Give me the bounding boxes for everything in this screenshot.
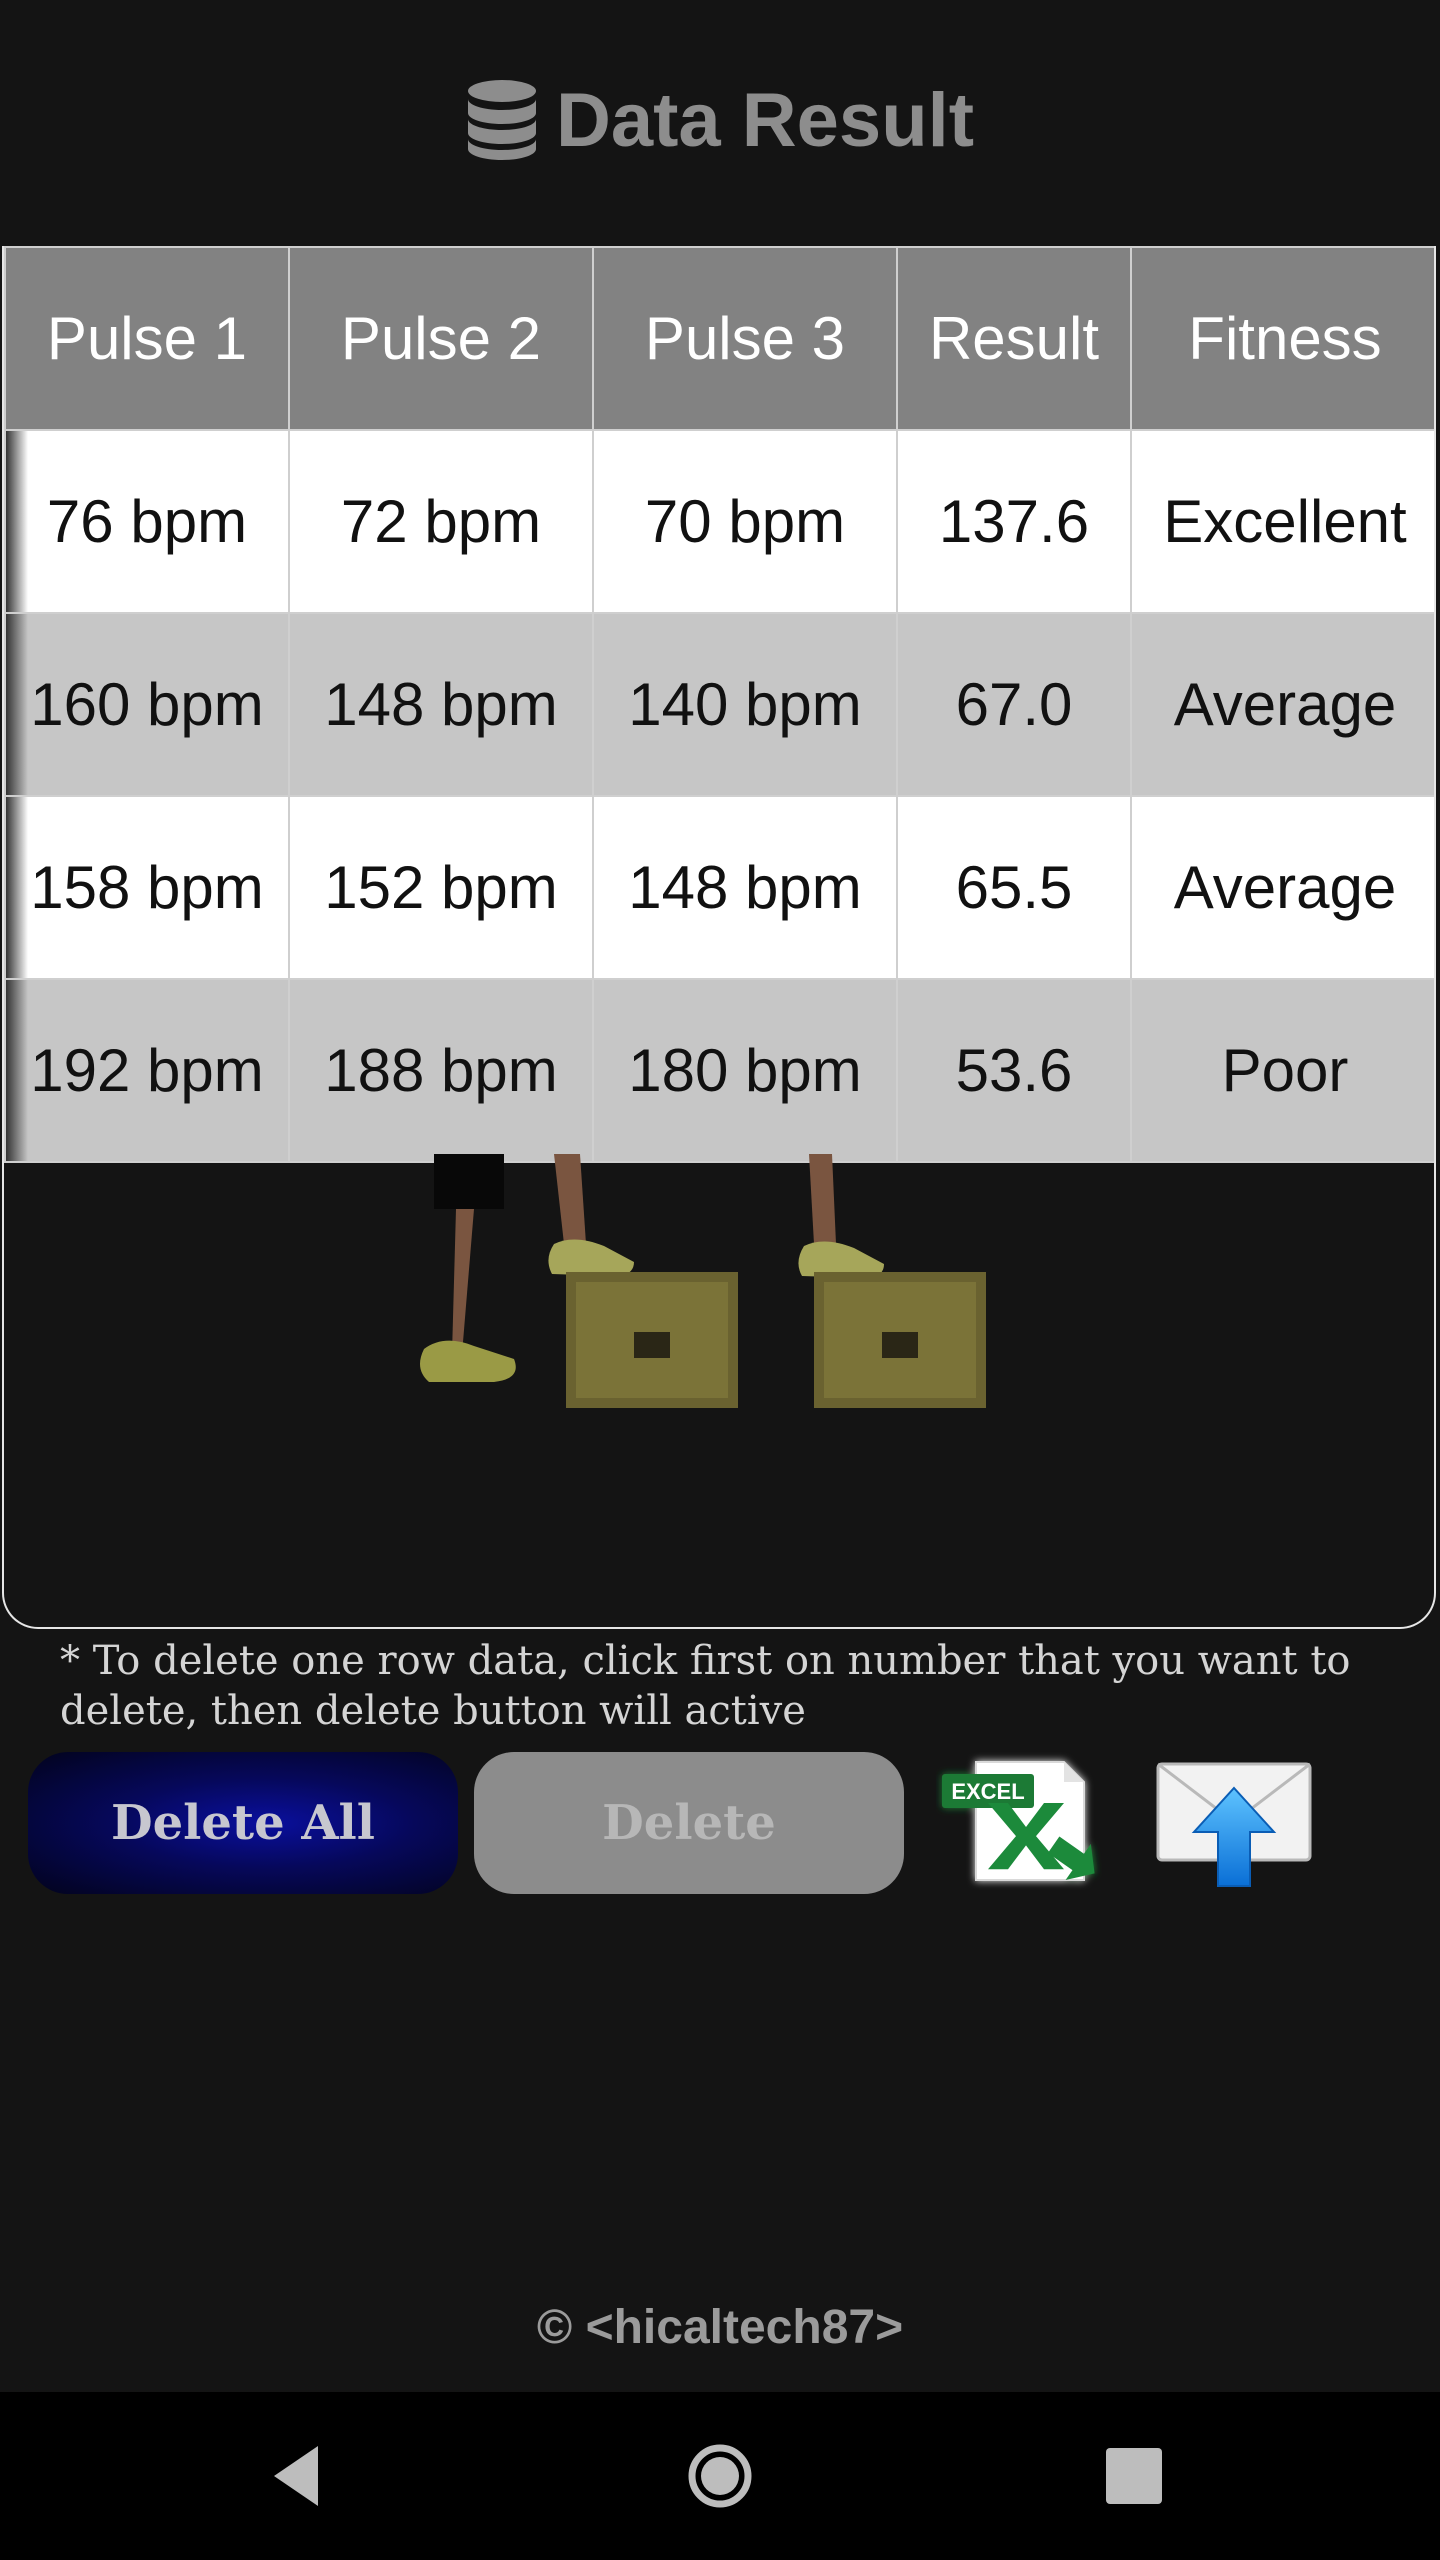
- table-header-row: Pulse 1 Pulse 2 Pulse 3 Result Fitness: [4, 246, 1434, 431]
- column-header-pulse-2: Pulse 2: [288, 246, 594, 431]
- step-test-illustration: [420, 1154, 986, 1408]
- system-navigation-bar: [0, 2392, 1440, 2560]
- results-table: Pulse 1 Pulse 2 Pulse 3 Result Fitness 7…: [4, 246, 1434, 1163]
- table-cell-pulse-1[interactable]: 160 bpm: [4, 612, 290, 797]
- table-row[interactable]: 158 bpm 152 bpm 148 bpm 65.5 Average: [4, 795, 1434, 980]
- column-header-pulse-1: Pulse 1: [4, 246, 290, 431]
- delete-instruction-note: * To delete one row data, click first on…: [60, 1638, 1351, 1734]
- table-cell-pulse-3[interactable]: 70 bpm: [592, 429, 898, 614]
- table-cell-pulse-3[interactable]: 148 bpm: [592, 795, 898, 980]
- table-cell-pulse-2[interactable]: 72 bpm: [288, 429, 594, 614]
- table-cell-pulse-1[interactable]: 158 bpm: [4, 795, 290, 980]
- table-row[interactable]: 192 bpm 188 bpm 180 bpm 53.6 Poor: [4, 978, 1434, 1163]
- results-panel: Pulse 1 Pulse 2 Pulse 3 Result Fitness 7…: [2, 246, 1436, 1629]
- recents-icon[interactable]: [1094, 2436, 1174, 2516]
- table-cell-fitness[interactable]: Average: [1130, 612, 1434, 797]
- delete-all-button[interactable]: Delete All: [28, 1752, 458, 1894]
- column-header-fitness: Fitness: [1130, 246, 1434, 431]
- table-cell-pulse-2[interactable]: 188 bpm: [288, 978, 594, 1163]
- table-cell-result[interactable]: 137.6: [896, 429, 1132, 614]
- title-bar: Data Result: [0, 70, 1440, 170]
- table-cell-result[interactable]: 67.0: [896, 612, 1132, 797]
- table-cell-fitness[interactable]: Excellent: [1130, 429, 1434, 614]
- column-header-result: Result: [896, 246, 1132, 431]
- table-cell-pulse-2[interactable]: 152 bpm: [288, 795, 594, 980]
- app-header: Data Result: [0, 0, 1440, 246]
- table-row[interactable]: 76 bpm 72 bpm 70 bpm 137.6 Excellent: [4, 429, 1434, 614]
- table-cell-fitness[interactable]: Poor: [1130, 978, 1434, 1163]
- back-icon[interactable]: [262, 2436, 342, 2516]
- table-cell-pulse-1[interactable]: 76 bpm: [4, 429, 290, 614]
- table-cell-pulse-3[interactable]: 140 bpm: [592, 612, 898, 797]
- excel-export-icon[interactable]: EXCEL: [936, 1752, 1104, 1894]
- table-cell-pulse-3[interactable]: 180 bpm: [592, 978, 898, 1163]
- table-cell-pulse-1[interactable]: 192 bpm: [4, 978, 290, 1163]
- table-cell-result[interactable]: 65.5: [896, 795, 1132, 980]
- page-title: Data Result: [555, 77, 975, 163]
- excel-label: EXCEL: [951, 1779, 1024, 1804]
- table-cell-result[interactable]: 53.6: [896, 978, 1132, 1163]
- column-header-pulse-3: Pulse 3: [592, 246, 898, 431]
- database-icon: [467, 80, 536, 160]
- table-row[interactable]: 160 bpm 148 bpm 140 bpm 67.0 Average: [4, 612, 1434, 797]
- copyright-text: © <hicaltech87>: [536, 2301, 904, 2354]
- home-icon[interactable]: [680, 2436, 760, 2516]
- table-cell-pulse-2[interactable]: 148 bpm: [288, 612, 594, 797]
- table-cell-fitness[interactable]: Average: [1130, 795, 1434, 980]
- email-send-icon[interactable]: [1150, 1752, 1318, 1894]
- delete-button[interactable]: Delete: [474, 1752, 904, 1894]
